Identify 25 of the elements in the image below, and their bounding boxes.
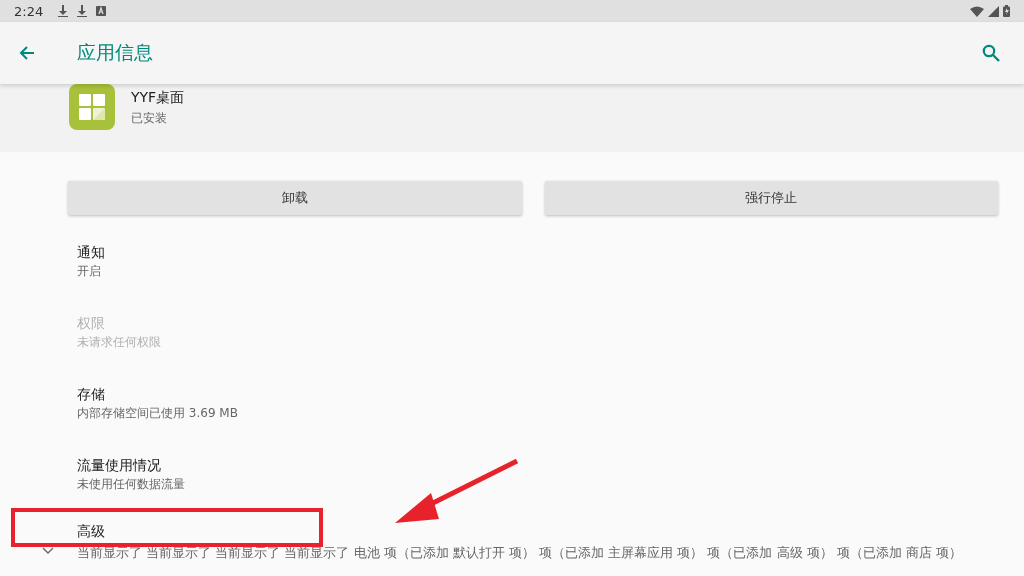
setting-summary: 未请求任何权限 (77, 334, 162, 351)
signal-icon (988, 5, 999, 17)
setting-summary: 内部存储空间已使用 3.69 MB (77, 405, 239, 422)
download-icon (58, 5, 69, 17)
setting-title: 权限 (77, 314, 106, 333)
setting-summary: 未使用任何数据流量 (77, 476, 186, 493)
action-button[interactable]: 强行停止 (544, 181, 998, 215)
download-icon (77, 5, 88, 17)
battery-icon (1003, 5, 1010, 17)
wifi-icon (970, 5, 984, 17)
back-arrow-icon[interactable] (19, 45, 35, 61)
install-status: 已安装 (131, 110, 168, 127)
setting-summary: 开启 (77, 263, 102, 280)
setting-title[interactable]: 高级 (77, 523, 963, 540)
setting-title[interactable]: 流量使用情况 (77, 455, 998, 475)
chevron-down-icon[interactable] (42, 546, 54, 554)
search-icon[interactable] (982, 44, 1000, 62)
clock-time: 2:24 (14, 3, 44, 19)
setting-summary: 当前显示了 当前显示了 当前显示了 当前显示了 电池 项（已添加 默认打开 项） 项（已添加 主屏幕应用 项） 项（已添加 高级 项） 项（已添加 商店 项） (77, 544, 963, 561)
setting-title[interactable]: 存储 (77, 384, 998, 404)
app-name: YYF桌面 (131, 89, 185, 107)
setting-title[interactable]: 通知 (77, 242, 998, 262)
screen-title: 应用信息 (77, 40, 154, 65)
letter-a-icon (96, 6, 107, 16)
action-button[interactable]: 卸载 (68, 181, 522, 215)
